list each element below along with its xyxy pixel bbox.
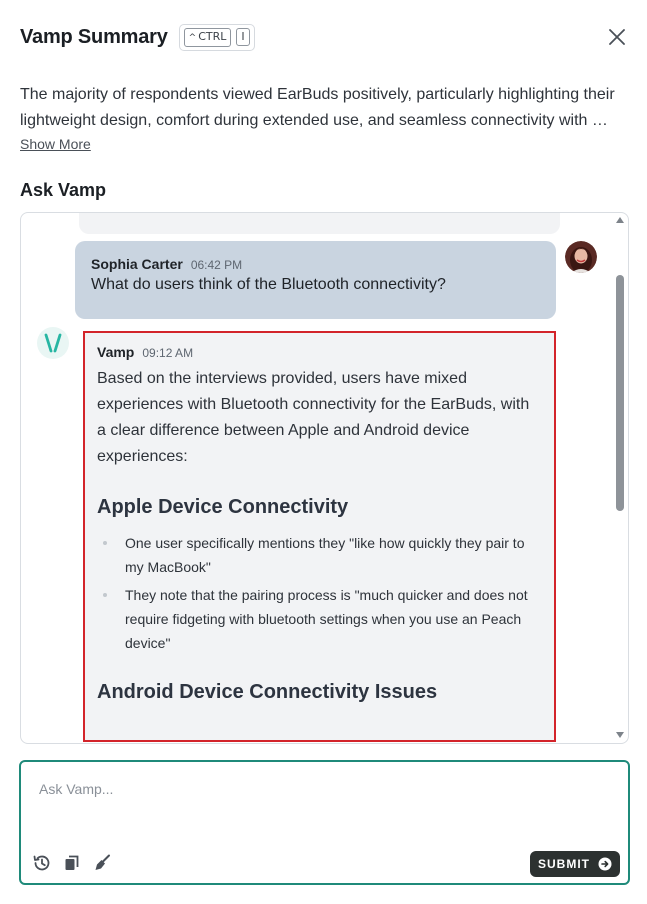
shortcut-mod-label: CTRL: [198, 29, 227, 43]
ask-vamp-input[interactable]: [39, 776, 599, 802]
vamp-bullet-list: One user specifically mentions they "lik…: [97, 531, 542, 655]
vamp-logo-icon: [44, 333, 62, 353]
history-button[interactable]: [31, 852, 53, 874]
avatar: [565, 241, 597, 273]
vamp-message-meta: Vamp 09:12 AM: [97, 344, 542, 360]
vamp-message-time: 09:12 AM: [142, 346, 194, 360]
close-icon: [609, 29, 625, 45]
user-message-sender: Sophia Carter: [91, 256, 183, 272]
chat-thread[interactable]: Sophia Carter 06:42 PM What do users thi…: [20, 212, 629, 744]
vamp-message-intro: Based on the interviews provided, users …: [97, 370, 530, 465]
panel-header: Vamp Summary ^ CTRL I: [20, 22, 630, 52]
vamp-heading-android: Android Device Connectivity Issues: [97, 681, 438, 703]
vamp-heading-apple: Apple Device Connectivity: [97, 496, 349, 518]
ask-vamp-heading: Ask Vamp: [20, 180, 107, 200]
broom-icon: [95, 854, 110, 870]
list-item: They note that the pairing process is "m…: [97, 583, 542, 655]
close-button[interactable]: [604, 24, 630, 50]
keyboard-shortcut-hint: ^ CTRL I: [178, 23, 255, 51]
panel-title: Vamp Summary: [20, 25, 168, 48]
previous-message-bubble: [79, 213, 560, 234]
user-message-text: What do users think of the Bluetooth con…: [91, 276, 446, 293]
shortcut-letter-key: I: [236, 28, 250, 46]
summary-text-block: The majority of respondents viewed EarBu…: [20, 82, 624, 134]
vamp-logo: [37, 327, 69, 359]
user-avatar-icon: [565, 241, 597, 273]
chat-scrollbar[interactable]: [612, 213, 628, 743]
user-message: Sophia Carter 06:42 PM What do users thi…: [75, 241, 556, 319]
user-message-time: 06:42 PM: [190, 258, 243, 272]
show-more-link[interactable]: Show More: [20, 136, 91, 152]
submit-button[interactable]: SUBMIT: [530, 851, 620, 877]
summary-text: The majority of respondents viewed EarBu…: [20, 86, 615, 129]
vamp-message-sender: Vamp: [97, 344, 135, 360]
copy-button[interactable]: [61, 852, 83, 874]
caret-up-icon: ^: [188, 32, 197, 43]
clear-button[interactable]: [91, 852, 113, 874]
shortcut-mod-key: ^ CTRL: [183, 27, 232, 47]
history-icon: [33, 855, 50, 871]
arrow-right-circle-icon: [598, 857, 612, 871]
submit-label: SUBMIT: [538, 857, 590, 871]
copy-icon: [65, 855, 79, 870]
ask-vamp-composer: SUBMIT: [19, 760, 630, 885]
user-message-meta: Sophia Carter 06:42 PM: [91, 256, 540, 272]
scroll-up-icon[interactable]: [616, 217, 624, 223]
scroll-down-icon[interactable]: [616, 732, 624, 738]
scrollbar-thumb[interactable]: [616, 275, 624, 511]
list-item: One user specifically mentions they "lik…: [97, 531, 542, 579]
vamp-message: Vamp 09:12 AM Based on the interviews pr…: [83, 331, 556, 742]
